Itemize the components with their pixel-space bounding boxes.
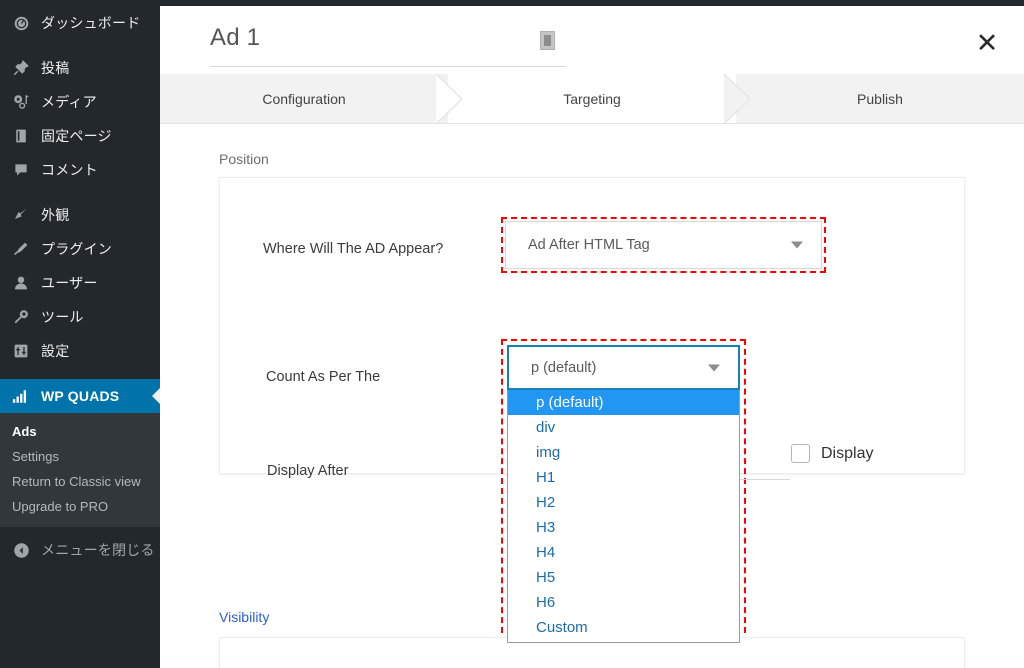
sidebar-item-tools[interactable]: ツール bbox=[0, 300, 160, 334]
sidebar-divider bbox=[0, 368, 160, 379]
display-after-label: Display After bbox=[267, 463, 349, 479]
sidebar-item-pages[interactable]: 固定ページ bbox=[0, 119, 160, 153]
dropdown-option[interactable]: H6 bbox=[508, 590, 739, 615]
chevron-down-icon bbox=[791, 241, 803, 249]
tab-targeting-label: Targeting bbox=[563, 90, 621, 107]
modal-header: Ad 1 ✕ bbox=[160, 6, 1024, 74]
close-icon[interactable]: ✕ bbox=[972, 28, 1002, 58]
display-checkbox-wrap[interactable]: Display bbox=[791, 444, 873, 463]
ad-editor-modal: Ad 1 ✕ Configuration Targeting Publish P… bbox=[160, 0, 1024, 668]
screen: ダッシュボード 投稿 メディア 固定ページ コメント 外観 プラグイン ユーザー… bbox=[0, 0, 1024, 668]
sidebar-subitem-return-to-classic-view[interactable]: Return to Classic view bbox=[0, 469, 160, 494]
settings-icon bbox=[10, 341, 32, 361]
sidebar-submenu: Ads Settings Return to Classic view Upgr… bbox=[0, 413, 160, 527]
count-as-per-the-dropdown-list[interactable]: p (default) div img H1 H2 H3 H4 H5 H6 Cu… bbox=[507, 390, 740, 643]
chevron-down-icon bbox=[708, 364, 720, 371]
dropdown-option[interactable]: H5 bbox=[508, 565, 739, 590]
dropdown-option[interactable]: H2 bbox=[508, 490, 739, 515]
sidebar-subitem-settings[interactable]: Settings bbox=[0, 444, 160, 469]
dropdown-option[interactable]: H1 bbox=[508, 465, 739, 490]
pages-icon bbox=[10, 126, 32, 146]
sidebar-item-settings[interactable]: 設定 bbox=[0, 334, 160, 368]
tab-configuration-label: Configuration bbox=[262, 90, 346, 107]
sidebar-item-label: メディア bbox=[41, 94, 97, 110]
ad-title-underline bbox=[210, 66, 566, 67]
step-tabs: Configuration Targeting Publish bbox=[160, 74, 1024, 124]
count-as-per-the-select[interactable]: p (default) bbox=[507, 345, 740, 390]
sidebar-item-label: コメント bbox=[41, 162, 98, 178]
media-icon bbox=[10, 92, 32, 112]
tab-publish[interactable]: Publish bbox=[736, 74, 1024, 123]
sidebar-item-label: WP QUADS bbox=[41, 388, 120, 404]
where-will-ad-appear-select[interactable]: Ad After HTML Tag bbox=[505, 221, 822, 269]
tab-targeting[interactable]: Targeting bbox=[448, 74, 736, 123]
sidebar-item-label: ツール bbox=[41, 309, 84, 325]
sidebar-item-appearance[interactable]: 外観 bbox=[0, 198, 160, 232]
sidebar-item-dashboard[interactable]: ダッシュボード bbox=[0, 6, 160, 40]
ad-title-input[interactable]: Ad 1 bbox=[210, 24, 566, 66]
dropdown-option[interactable]: Custom bbox=[508, 615, 739, 640]
ad-id-icon[interactable] bbox=[540, 31, 555, 50]
count-as-per-the-label: Count As Per The bbox=[266, 369, 381, 385]
wp-admin-sidebar: ダッシュボード 投稿 メディア 固定ページ コメント 外観 プラグイン ユーザー… bbox=[0, 0, 161, 668]
comment-icon bbox=[10, 160, 32, 180]
display-checkbox[interactable] bbox=[791, 444, 810, 463]
sidebar-divider bbox=[0, 187, 160, 198]
sidebar-item-label: プラグイン bbox=[41, 241, 112, 257]
sidebar-subitem-ads[interactable]: Ads bbox=[0, 419, 160, 444]
collapse-menu-button[interactable]: メニューを閉じる bbox=[0, 533, 160, 567]
dropdown-option[interactable]: div bbox=[508, 415, 739, 440]
collapse-menu-label: メニューを閉じる bbox=[41, 542, 155, 558]
dropdown-option[interactable]: img bbox=[508, 440, 739, 465]
sidebar-item-label: ダッシュボード bbox=[41, 15, 141, 31]
count-select-value: p (default) bbox=[531, 359, 597, 376]
ad-title-wrap: Ad 1 bbox=[210, 24, 566, 67]
tab-publish-label: Publish bbox=[857, 90, 903, 107]
sidebar-item-label: 設定 bbox=[41, 343, 70, 359]
collapse-left-icon bbox=[10, 542, 32, 559]
position-section-heading: Position bbox=[219, 151, 269, 167]
sidebar-item-media[interactable]: メディア bbox=[0, 85, 160, 119]
tab-configuration[interactable]: Configuration bbox=[160, 74, 448, 123]
dashboard-icon bbox=[10, 13, 32, 33]
display-checkbox-label: Display bbox=[821, 444, 874, 462]
sidebar-item-comments[interactable]: コメント bbox=[0, 153, 160, 187]
sidebar-item-plugins[interactable]: プラグイン bbox=[0, 232, 160, 266]
sidebar-item-label: ユーザー bbox=[41, 275, 98, 291]
sidebar-item-posts[interactable]: 投稿 bbox=[0, 51, 160, 85]
dropdown-option[interactable]: H4 bbox=[508, 540, 739, 565]
ad-id-icon-inner bbox=[544, 35, 551, 46]
sidebar-item-wpquads[interactable]: WP QUADS bbox=[0, 379, 161, 413]
visibility-section-heading: Visibility bbox=[219, 609, 270, 625]
sidebar-item-label: 外観 bbox=[41, 207, 70, 223]
sidebar-item-label: 投稿 bbox=[41, 60, 70, 76]
where-select-value: Ad After HTML Tag bbox=[528, 237, 650, 253]
sidebar-item-users[interactable]: ユーザー bbox=[0, 266, 160, 300]
where-will-ad-appear-label: Where Will The AD Appear? bbox=[263, 241, 444, 257]
pin-icon bbox=[10, 58, 32, 78]
dropdown-option[interactable]: H3 bbox=[508, 515, 739, 540]
plugin-icon bbox=[10, 239, 32, 259]
sidebar-divider bbox=[0, 40, 160, 51]
modal-body: Position Where Will The AD Appear? Ad Af… bbox=[160, 124, 1024, 668]
appearance-icon bbox=[10, 205, 32, 225]
wpquads-bars-icon bbox=[10, 386, 32, 406]
sidebar-subitem-upgrade-to-pro[interactable]: Upgrade to PRO bbox=[0, 494, 160, 519]
tools-icon bbox=[10, 307, 32, 327]
sidebar-item-label: 固定ページ bbox=[41, 128, 112, 144]
user-icon bbox=[10, 273, 32, 293]
dropdown-option[interactable]: p (default) bbox=[508, 390, 739, 415]
